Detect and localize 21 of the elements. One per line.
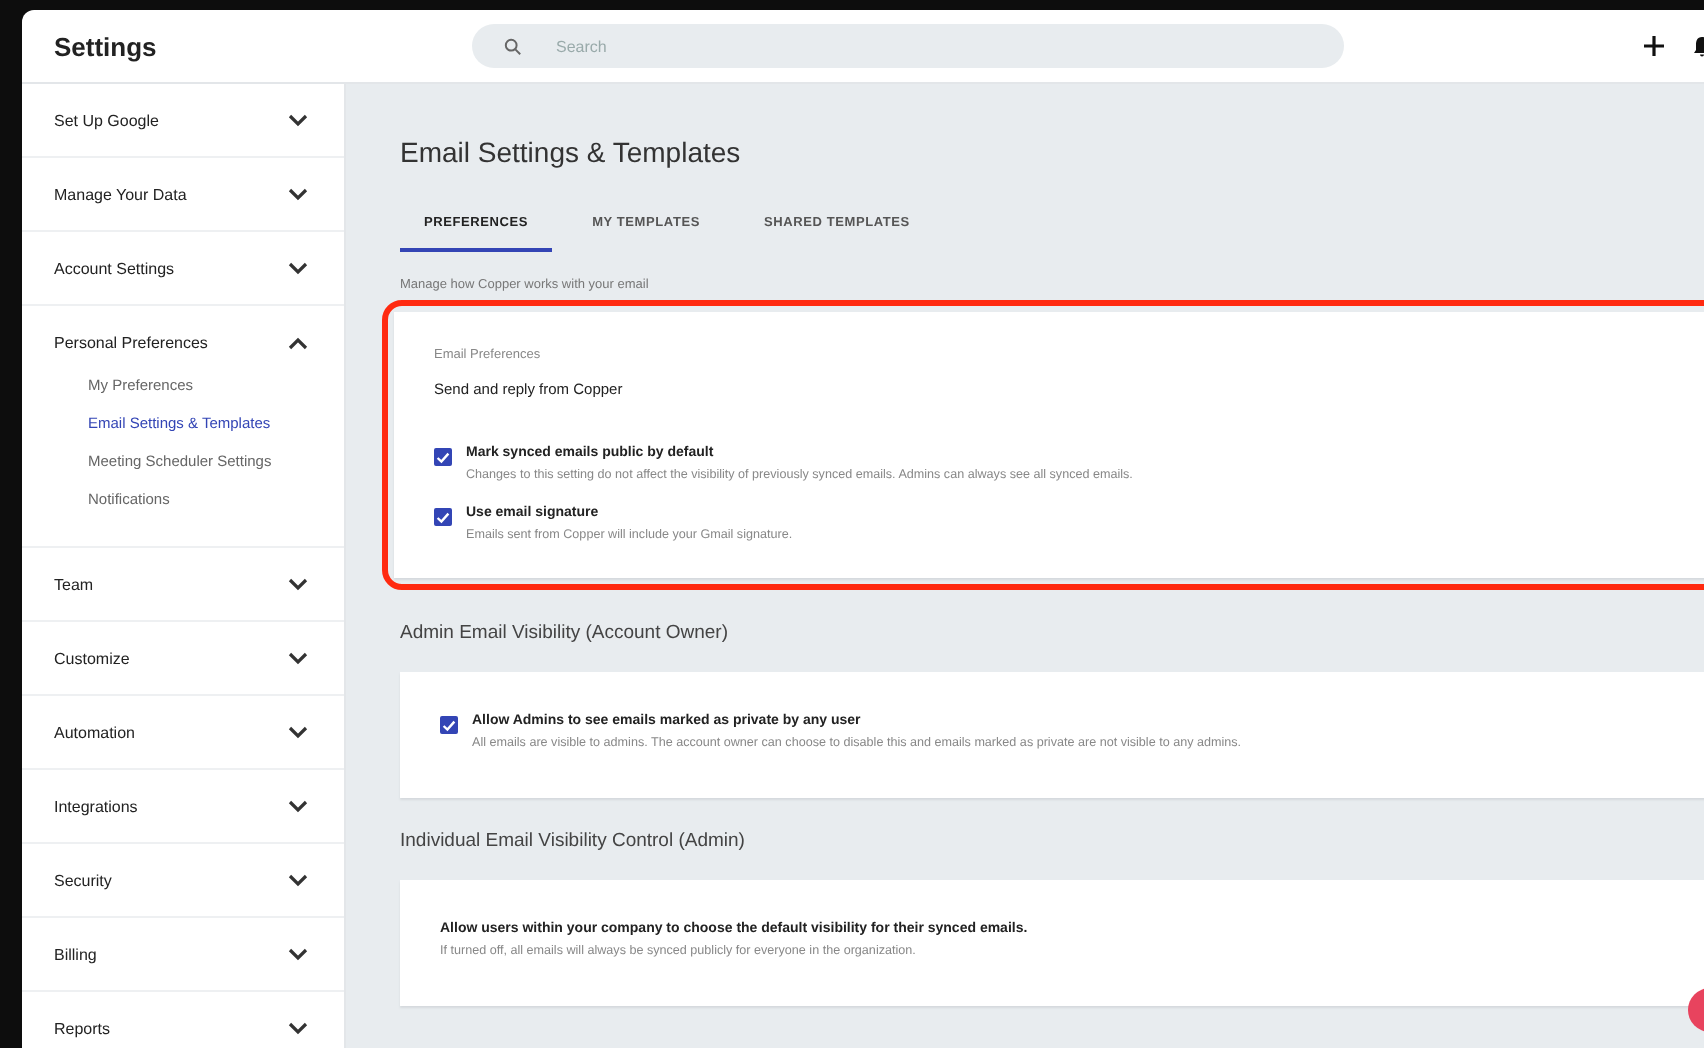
- sidebar-item[interactable]: Personal Preferences: [22, 306, 344, 378]
- app-title: Settings: [52, 31, 159, 61]
- checkbox[interactable]: [434, 508, 452, 526]
- sidebar-item[interactable]: Reports: [22, 992, 344, 1048]
- checkbox[interactable]: [434, 448, 452, 466]
- sidebar-item[interactable]: Manage Your Data: [22, 158, 344, 230]
- search-icon: [504, 38, 522, 56]
- sidebar-item[interactable]: Security: [22, 844, 344, 916]
- add-icon[interactable]: [1644, 36, 1664, 56]
- sidebar-item[interactable]: Billing: [22, 918, 344, 990]
- section-heading: Admin Email Visibility (Account Owner): [400, 622, 731, 644]
- sidebar-item[interactable]: Team: [22, 548, 344, 620]
- page-title: Email Settings & Templates: [400, 136, 743, 168]
- sidebar-item[interactable]: Integrations: [22, 770, 344, 842]
- sidebar-item[interactable]: Automation: [22, 696, 344, 768]
- search-field[interactable]: Search: [472, 24, 1344, 68]
- sidebar-item[interactable]: Customize: [22, 622, 344, 694]
- sidebar-item[interactable]: Account Settings: [22, 232, 344, 304]
- checkbox[interactable]: [440, 716, 458, 734]
- section-heading: Individual Email Visibility Control (Admin): [400, 830, 747, 852]
- sidebar-item[interactable]: Set Up Google: [22, 84, 344, 156]
